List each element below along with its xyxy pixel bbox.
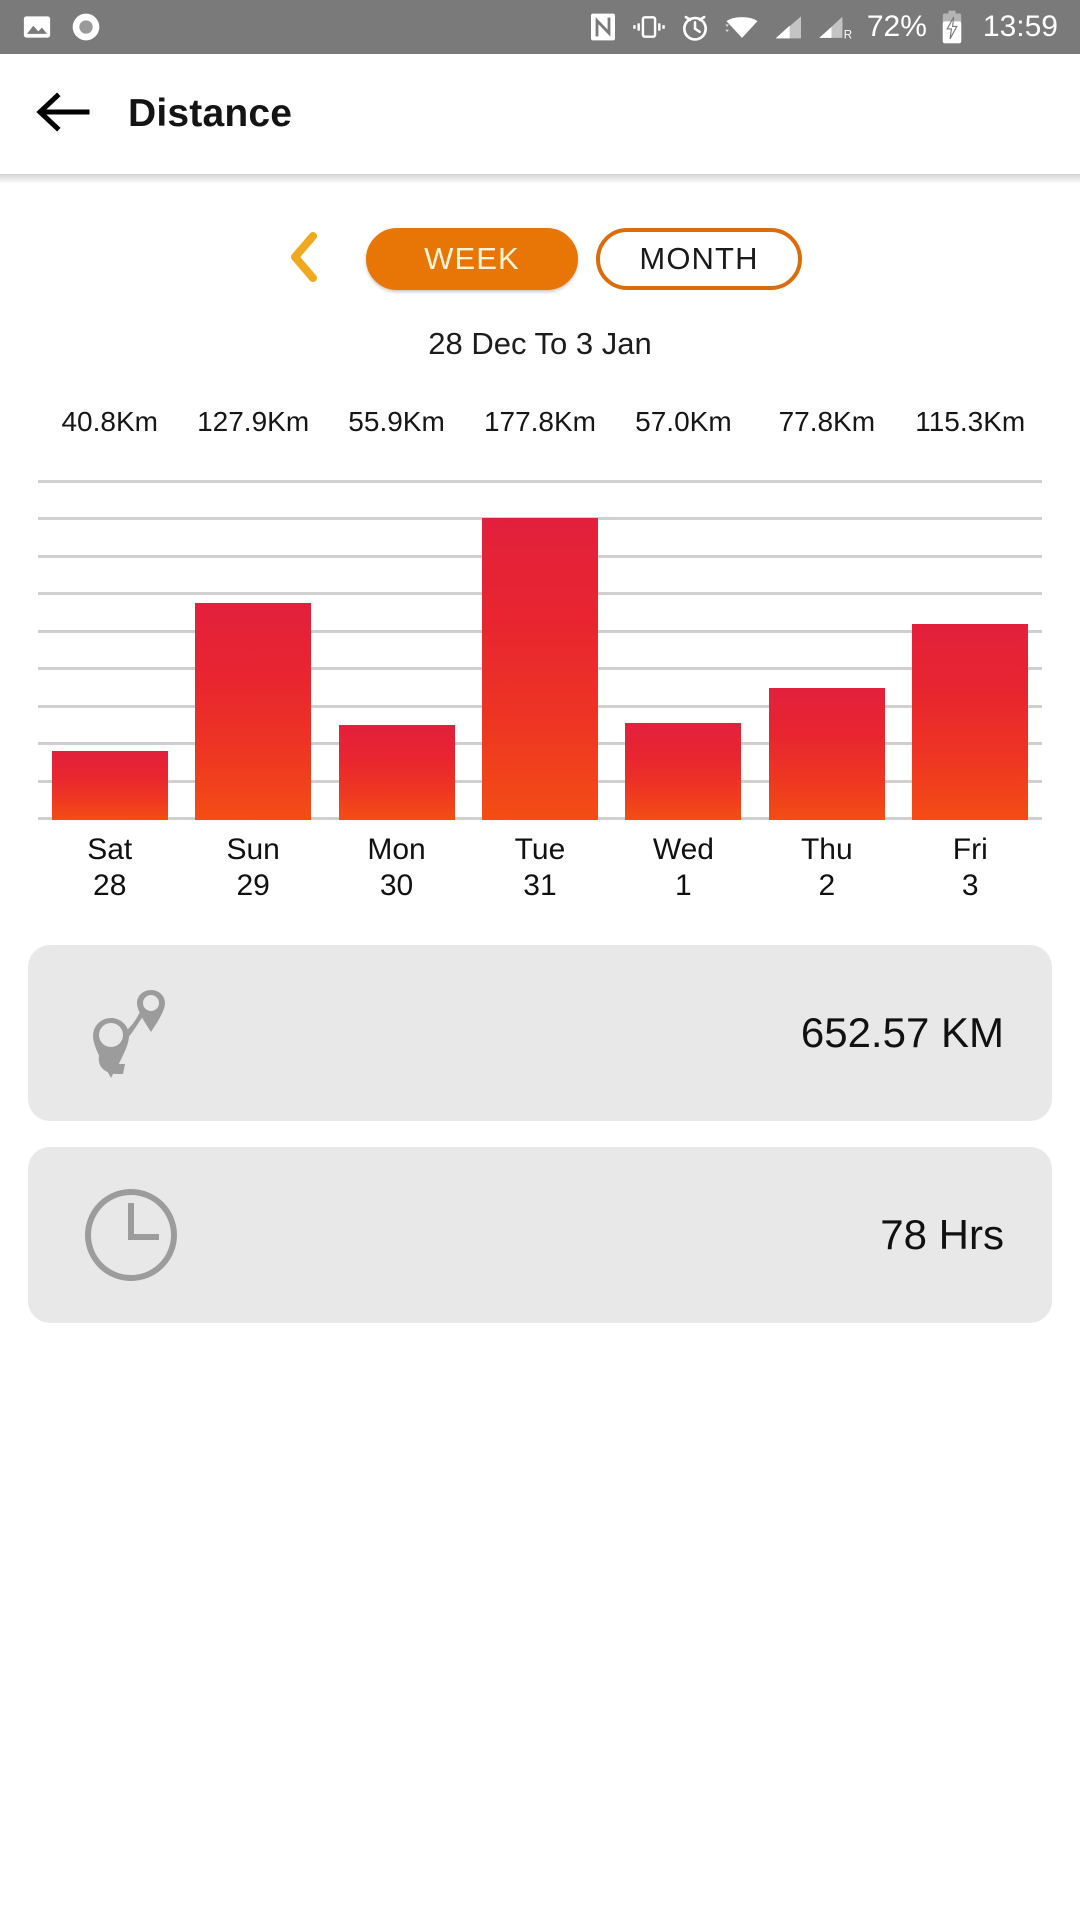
bar-column[interactable] (38, 480, 181, 820)
distance-bar-chart: 40.8Km 127.9Km 55.9Km 177.8Km 57.0Km 77.… (0, 406, 1080, 903)
bar-column[interactable] (468, 480, 611, 820)
chevron-left-icon (285, 230, 325, 289)
day-number: 30 (379, 869, 414, 903)
bar[interactable] (768, 687, 885, 820)
bar-value-label: 115.3Km (915, 406, 1026, 437)
wifi-icon (724, 12, 760, 42)
clock-time-label: 13:59 (982, 10, 1058, 43)
record-circle-icon (70, 11, 102, 43)
day-name: Sat (87, 833, 133, 866)
back-button[interactable] (30, 81, 96, 147)
day-number: 2 (818, 869, 836, 903)
day-name: Mon (367, 833, 426, 866)
bar[interactable] (195, 602, 312, 820)
bar[interactable] (338, 724, 455, 820)
bar-value-label: 177.8Km (483, 406, 597, 437)
status-bar-right-icons: R 72% 13:59 (587, 10, 1058, 44)
battery-charging-icon (940, 10, 964, 44)
x-axis-tick: Wed 1 (612, 833, 755, 903)
bar-value-label: 57.0Km (635, 406, 732, 437)
route-pin-icon (76, 978, 186, 1088)
chart-bars (38, 480, 1042, 820)
day-number: 1 (675, 869, 692, 903)
bar-column[interactable] (181, 480, 324, 820)
bar[interactable] (912, 624, 1029, 820)
chart-x-axis-labels: Sat 28 Sun 29 Mon 30 Tue 31 Wed 1 Thu 2 Fri 3 (38, 833, 1042, 903)
bar-value-label: 40.8Km (61, 406, 158, 437)
day-number: 29 (236, 869, 270, 903)
period-toggle: WEEK MONTH (0, 228, 1080, 290)
day-number: 31 (523, 869, 557, 903)
vibrate-icon (632, 12, 666, 42)
x-axis-tick: Tue 31 (468, 833, 611, 903)
bar-value-label: 127.9Km (197, 406, 310, 437)
status-bar: R 72% 13:59 (0, 0, 1080, 54)
day-name: Sun (226, 833, 280, 866)
signal-sim2-roaming-icon: R (818, 12, 854, 42)
day-name: Thu (800, 833, 853, 866)
app-bar: Distance (0, 54, 1080, 184)
x-axis-tick: Sun 29 (181, 833, 324, 903)
bar-column[interactable] (899, 480, 1042, 820)
bar[interactable] (51, 750, 168, 820)
summary-cards: 652.57 KM 78 Hrs (0, 944, 1080, 1323)
nfc-icon (587, 11, 619, 43)
signal-sim1-icon (773, 12, 805, 42)
total-distance-card: 652.57 KM (28, 944, 1052, 1121)
tab-week[interactable]: WEEK (366, 228, 578, 290)
total-hours-value: 78 Hrs (880, 1210, 1004, 1258)
bar-value-label: 77.8Km (778, 406, 876, 437)
previous-period-button[interactable] (278, 230, 332, 289)
photo-icon (22, 12, 52, 42)
tab-month[interactable]: MONTH (596, 228, 802, 290)
bar-column[interactable] (325, 480, 468, 820)
date-range-label: 28 Dec To 3 Jan (428, 326, 652, 361)
arrow-left-icon (35, 90, 91, 139)
day-name: Wed (652, 833, 714, 866)
battery-percent-label: 72% (866, 10, 927, 43)
x-axis-tick: Sat 28 (38, 833, 181, 903)
bar-value-label: 55.9Km (348, 406, 445, 437)
bar-column[interactable] (612, 480, 755, 820)
main-content: WEEK MONTH 28 Dec To 3 Jan 40.8Km 127.9K… (0, 228, 1080, 1323)
bar-value-labels: 40.8Km 127.9Km 55.9Km 177.8Km 57.0Km 77.… (38, 406, 1042, 438)
bar-column[interactable] (755, 480, 898, 820)
x-axis-tick: Mon 30 (325, 833, 468, 903)
clock-icon (76, 1185, 186, 1285)
total-distance-value: 652.57 KM (800, 1008, 1004, 1056)
chart-plot-area (38, 480, 1042, 820)
svg-text:R: R (844, 30, 852, 42)
day-number: 3 (961, 869, 979, 903)
status-bar-left-icons (22, 11, 102, 43)
day-name: Tue (514, 833, 566, 866)
page-title: Distance (128, 92, 293, 135)
alarm-icon (679, 11, 711, 43)
bar[interactable] (625, 723, 742, 820)
day-name: Fri (952, 833, 988, 866)
total-hours-card: 78 Hrs (28, 1146, 1052, 1323)
day-number: 28 (93, 869, 127, 903)
x-axis-tick: Fri 3 (899, 833, 1042, 903)
x-axis-tick: Thu 2 (755, 833, 898, 903)
bar[interactable] (481, 517, 598, 820)
